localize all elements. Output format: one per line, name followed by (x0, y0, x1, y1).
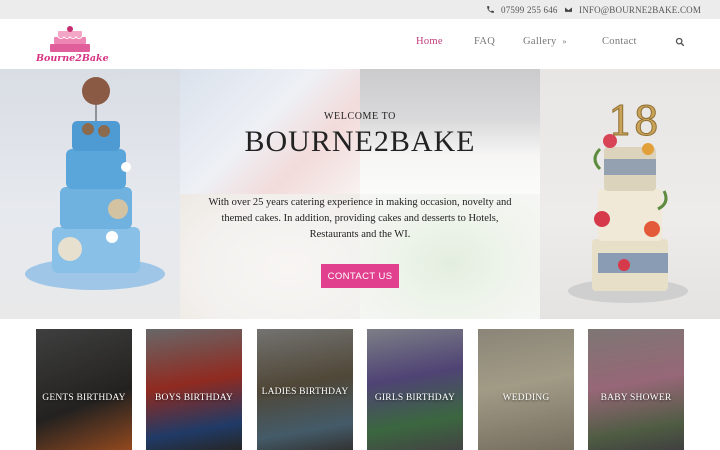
nav-faq[interactable]: FAQ (474, 36, 495, 47)
nav-gallery-label: Gallery (523, 36, 557, 47)
double-chevron-down-icon: » (562, 37, 567, 46)
nav-gallery[interactable]: Gallery » (523, 36, 567, 47)
hero-banner: Welcome to BOURNE2BAKE With over 25 year… (0, 69, 720, 319)
category-label: Gents Birthday (42, 393, 126, 403)
category-label: Boys Birthday (155, 393, 233, 403)
category-label: Baby Shower (600, 393, 672, 403)
hero-left-cake-image (0, 69, 180, 319)
envelope-icon (564, 6, 573, 13)
hero-description: With over 25 years catering experience i… (208, 197, 512, 240)
category-gents-birthday[interactable]: Gents Birthday (36, 329, 132, 450)
category-overlay (146, 329, 242, 450)
nav-home[interactable]: Home (416, 36, 443, 47)
email-address: INFO@BOURNE2BAKE.COM (579, 4, 702, 15)
contact-us-button[interactable]: CONTACT US (321, 264, 399, 288)
category-grid: Gents Birthday Boys Birthday Ladies Birt… (0, 319, 720, 450)
hero-welcome: Welcome to (323, 111, 396, 122)
hero-right-cake-image: 18 (540, 69, 720, 319)
category-boys-birthday[interactable]: Boys Birthday (146, 329, 242, 450)
search-button[interactable] (675, 37, 685, 50)
category-wedding[interactable]: Wedding (478, 329, 574, 450)
category-ladies-birthday[interactable]: Ladies Birthday (257, 329, 353, 450)
main-nav: Home FAQ Gallery » Contact (0, 36, 720, 52)
phone-contact[interactable]: 07599 255 646 (486, 3, 558, 16)
category-overlay (36, 329, 132, 450)
logo-text: Bourne2Bake (36, 53, 109, 64)
site-header: Bourne2Bake Home FAQ Gallery » Contact (0, 19, 720, 69)
category-baby-shower[interactable]: Baby Shower (588, 329, 684, 450)
category-overlay (588, 329, 684, 450)
category-overlay (367, 329, 463, 450)
hero-center-panel: Welcome to BOURNE2BAKE With over 25 year… (180, 69, 540, 319)
cake-topper-number: 18 (608, 99, 659, 145)
phone-number: 07599 255 646 (501, 4, 558, 15)
category-label: Ladies Birthday (261, 387, 349, 397)
floral-tile-cake-illustration: 18 (568, 99, 688, 303)
top-contact-bar: 07599 255 646 INFO@BOURNE2BAKE.COM (0, 0, 720, 19)
nav-contact[interactable]: Contact (602, 36, 637, 47)
email-contact[interactable]: INFO@BOURNE2BAKE.COM (564, 3, 701, 16)
category-overlay (478, 329, 574, 450)
balloon-cake-illustration (25, 77, 165, 290)
phone-icon (487, 6, 494, 13)
category-girls-birthday[interactable]: Girls Birthday (367, 329, 463, 450)
hero-title: BOURNE2BAKE (244, 125, 476, 158)
search-icon (675, 37, 685, 47)
category-label: Wedding (502, 393, 550, 403)
category-label: Girls Birthday (374, 393, 456, 403)
